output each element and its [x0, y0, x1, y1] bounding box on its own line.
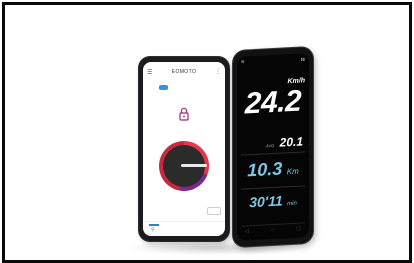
distance: 10.3 Km — [241, 157, 305, 181]
app-title: EOMOTO — [171, 69, 197, 75]
distance-unit: Km — [286, 166, 299, 177]
lock-screen: ☰ EOMOTO ⋮ ⚲ — [143, 62, 225, 236]
bottom-bar: ◁ ○ ▢ — [241, 222, 305, 237]
time-value: 30'11 — [249, 192, 283, 211]
home-icon[interactable]: ○ — [271, 227, 274, 233]
app-header: ☰ EOMOTO ⋮ — [143, 68, 225, 78]
recent-apps-icon[interactable]: ▢ — [296, 226, 301, 232]
status-row — [143, 84, 225, 94]
status-icons: ▮▮ — [300, 56, 305, 62]
home-tab-icon[interactable]: ⚲ — [151, 227, 155, 233]
speed-dial[interactable] — [159, 141, 209, 191]
speed-value: 24.2 — [244, 84, 302, 121]
ride-time: 30'11 min — [241, 191, 305, 212]
avg-value: 20.1 — [279, 134, 303, 150]
divider — [241, 151, 305, 156]
bottom-nav: ⚲ — [143, 221, 225, 236]
dial-needle — [181, 164, 207, 167]
more-vertical-icon[interactable]: ⋮ — [215, 68, 221, 75]
phone-right: ≡ ▮▮ Km/h 24.2 AVG 20.1 10.3 Km 30'11 mi… — [233, 46, 313, 248]
avg-label: AVG — [265, 142, 275, 149]
hamburger-icon[interactable]: ≡ — [241, 59, 245, 65]
lock-icon[interactable] — [179, 107, 189, 121]
image-frame: ☰ EOMOTO ⋮ ⚲ ≡ ▮▮ Km/h 24.2 AVG 20.1 10.… — [2, 2, 412, 263]
ride-header: ≡ ▮▮ — [237, 53, 309, 69]
divider — [241, 185, 305, 190]
active-tab-indicator — [149, 224, 159, 226]
status-badge — [159, 85, 168, 90]
phone-left: ☰ EOMOTO ⋮ ⚲ — [139, 57, 229, 241]
time-unit: min — [287, 200, 297, 208]
average-speed: AVG 20.1 — [266, 132, 303, 152]
side-button[interactable] — [207, 207, 221, 215]
ride-screen: ≡ ▮▮ Km/h 24.2 AVG 20.1 10.3 Km 30'11 mi… — [237, 53, 309, 241]
back-icon[interactable]: ◁ — [245, 228, 249, 234]
distance-value: 10.3 — [247, 158, 283, 181]
